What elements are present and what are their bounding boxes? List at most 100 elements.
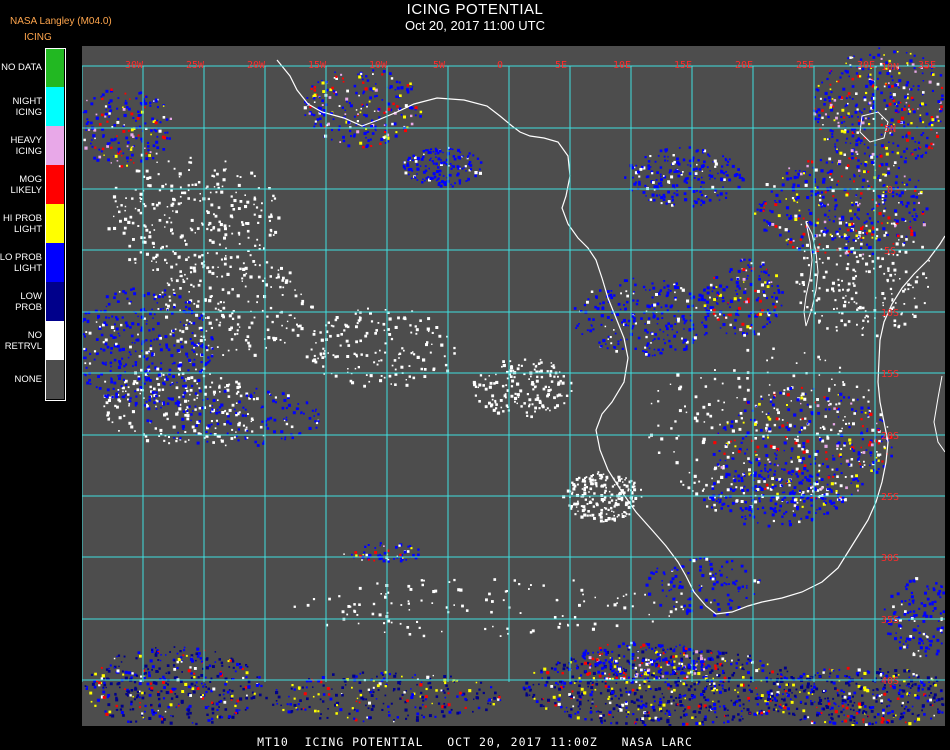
icing-pixel [899, 101, 902, 104]
icing-pixel [854, 239, 857, 242]
icing-pixel [540, 369, 543, 373]
icing-pixel [853, 131, 856, 133]
icing-pixel [402, 557, 404, 559]
icing-pixel [855, 72, 859, 75]
icing-pixel [784, 462, 788, 465]
icing-pixel [816, 482, 819, 486]
icing-pixel [181, 417, 185, 421]
icing-pixel [908, 108, 910, 111]
icing-pixel [376, 582, 379, 585]
icing-pixel [789, 424, 792, 428]
icing-pixel [775, 454, 778, 457]
icing-pixel [242, 424, 245, 427]
icing-pixel [237, 183, 241, 187]
icing-pixel [151, 224, 153, 226]
icing-pixel [223, 224, 227, 228]
icing-pixel [198, 387, 201, 390]
icing-pixel [828, 387, 831, 390]
icing-pixel [242, 267, 246, 271]
icing-pixel [754, 289, 757, 293]
icing-pixel [737, 376, 741, 380]
icing-pixel [857, 217, 860, 220]
icing-pixel [239, 200, 243, 203]
icing-pixel [215, 318, 218, 321]
icing-pixel [148, 370, 151, 372]
icing-pixel [730, 483, 733, 486]
icing-pixel [660, 175, 662, 178]
icing-pixel [659, 293, 661, 296]
icing-pixel [118, 291, 121, 293]
icing-pixel [657, 400, 660, 403]
icing-pixel [672, 154, 675, 157]
icing-pixel [688, 172, 692, 176]
icing-pixel [655, 293, 658, 296]
icing-pixel [303, 106, 307, 110]
icing-pixel [462, 155, 464, 157]
icing-pixel [837, 416, 840, 418]
icing-pixel [305, 355, 309, 359]
icing-pixel [147, 145, 150, 148]
icing-pixel [709, 170, 711, 172]
icing-pixel [377, 554, 380, 557]
icing-pixel [244, 285, 247, 288]
icing-pixel [704, 325, 707, 329]
icing-pixel [187, 376, 191, 380]
icing-pixel [889, 273, 893, 277]
icing-pixel [170, 354, 174, 358]
icing-pixel [124, 209, 126, 212]
icing-pixel [214, 307, 217, 310]
icing-pixel [771, 356, 774, 359]
icing-pixel [193, 253, 197, 257]
icing-pixel [153, 246, 155, 248]
legend-swatch [46, 243, 64, 282]
icing-pixel [156, 106, 159, 109]
icing-pixel [756, 289, 760, 293]
icing-pixel [877, 220, 879, 223]
icing-pixel [766, 359, 768, 362]
icing-pixel [420, 157, 424, 161]
icing-pixel [261, 405, 264, 408]
icing-pixel [95, 321, 98, 323]
icing-pixel [712, 308, 716, 312]
icing-pixel [206, 267, 209, 270]
icing-pixel [101, 97, 104, 101]
icing-pixel [151, 362, 154, 365]
icing-pixel [886, 426, 889, 428]
icing-pixel [211, 405, 213, 407]
icing-pixel [705, 309, 708, 312]
icing-pixel [600, 512, 603, 515]
icing-pixel [852, 276, 856, 280]
icing-pixel [383, 329, 386, 332]
icing-pixel [365, 374, 368, 376]
icing-pixel [208, 221, 212, 225]
icing-pixel [936, 132, 938, 134]
icing-pixel [124, 92, 127, 95]
icing-pixel [556, 599, 559, 602]
icing-pixel [146, 141, 150, 144]
icing-pixel [210, 203, 214, 207]
icing-pixel [90, 142, 92, 145]
icing-pixel [653, 338, 656, 340]
icing-pixel [910, 122, 913, 125]
icing-pixel [609, 496, 612, 499]
icing-pixel [807, 510, 811, 514]
icing-pixel [914, 148, 917, 151]
icing-pixel [893, 268, 897, 272]
icing-pixel [772, 519, 775, 523]
icing-pixel [209, 404, 212, 407]
icing-pixel [126, 164, 128, 167]
icing-pixel [458, 179, 462, 182]
icing-pixel [787, 471, 791, 475]
icing-pixel [817, 355, 820, 359]
icing-pixel [769, 444, 773, 448]
icing-pixel [727, 160, 730, 163]
icing-pixel [792, 183, 796, 187]
icing-pixel [379, 544, 381, 547]
icing-pixel [817, 84, 820, 87]
icing-pixel [666, 284, 670, 288]
icing-pixel [793, 175, 797, 179]
icing-pixel [657, 155, 660, 157]
icing-pixel [137, 209, 140, 212]
icing-pixel [838, 402, 841, 405]
icing-pixel [174, 328, 177, 331]
